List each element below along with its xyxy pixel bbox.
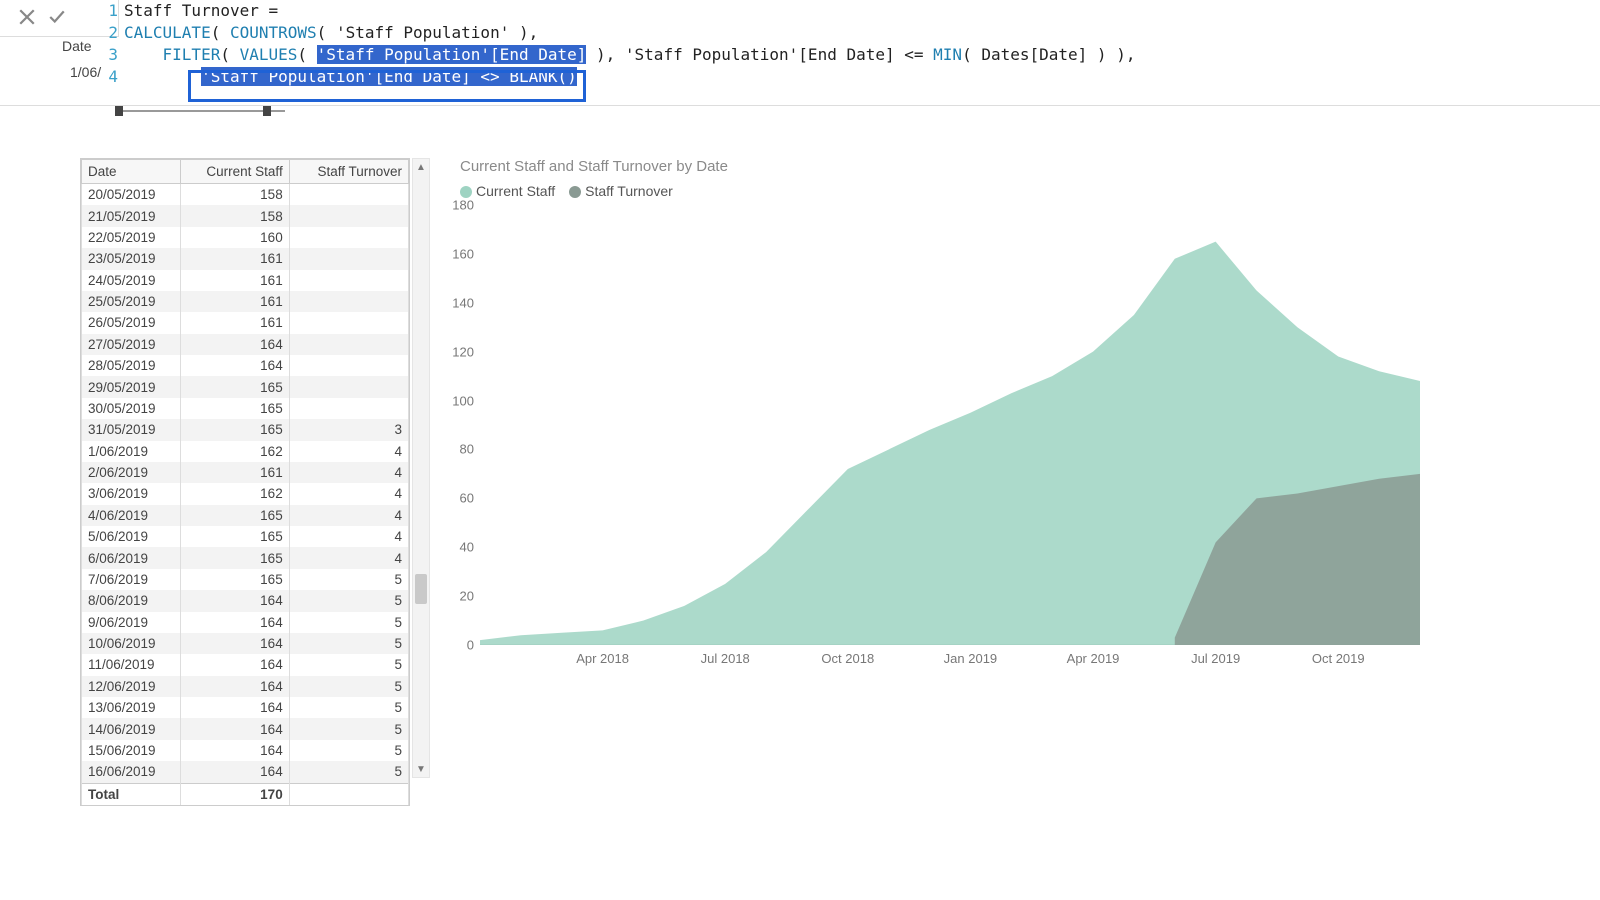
x-tick-label: Jul 2018 <box>701 651 750 666</box>
total-turnover <box>289 783 408 805</box>
table-row[interactable]: 29/05/2019165 <box>82 376 409 397</box>
table-row[interactable]: 5/06/20191654 <box>82 526 409 547</box>
x-tick-label: Apr 2019 <box>1067 651 1120 666</box>
commit-icon[interactable] <box>48 8 66 29</box>
table-row[interactable]: 31/05/20191653 <box>82 419 409 440</box>
scroll-down-icon[interactable]: ▼ <box>413 761 429 777</box>
table-row[interactable]: 26/05/2019161 <box>82 312 409 333</box>
formula-bar: Date 1/06/ 1Staff Turnover = 2CALCULATE(… <box>0 0 1600 106</box>
table-row[interactable]: 20/05/2019158 <box>82 184 409 206</box>
table-row[interactable]: 28/05/2019164 <box>82 355 409 376</box>
table-row[interactable]: 11/06/20191645 <box>82 654 409 675</box>
table-row[interactable]: 22/05/2019160 <box>82 227 409 248</box>
y-tick-label: 100 <box>452 393 474 408</box>
table-row[interactable]: 7/06/20191655 <box>82 569 409 590</box>
table-row[interactable]: 13/06/20191645 <box>82 697 409 718</box>
x-tick-label: Jan 2019 <box>944 651 998 666</box>
table-row[interactable]: 4/06/20191654 <box>82 505 409 526</box>
table-row[interactable]: 15/06/20191645 <box>82 740 409 761</box>
table-row[interactable]: 6/06/20191654 <box>82 547 409 568</box>
table-row[interactable]: 10/06/20191645 <box>82 633 409 654</box>
table-row[interactable]: 3/06/20191624 <box>82 483 409 504</box>
col-date[interactable]: Date <box>82 160 181 184</box>
table-row[interactable]: 25/05/2019161 <box>82 291 409 312</box>
table-row[interactable]: 12/06/20191645 <box>82 676 409 697</box>
col-staff-turnover[interactable]: Staff Turnover <box>289 160 408 184</box>
chart-plot-area: 020406080100120140160180Apr 2018Jul 2018… <box>480 205 1420 645</box>
date-slider[interactable] <box>115 106 285 116</box>
y-tick-label: 180 <box>452 198 474 213</box>
x-tick-label: Oct 2019 <box>1312 651 1365 666</box>
y-tick-label: 40 <box>460 540 474 555</box>
chart-legend: Current Staff Staff Turnover <box>460 183 1420 199</box>
table-row[interactable]: 30/05/2019165 <box>82 398 409 419</box>
table-row[interactable]: 21/05/2019158 <box>82 205 409 226</box>
table-row[interactable]: 24/05/2019161 <box>82 270 409 291</box>
data-table[interactable]: Date Current Staff Staff Turnover 20/05/… <box>80 158 410 806</box>
scroll-thumb[interactable] <box>415 574 427 604</box>
scroll-up-icon[interactable]: ▲ <box>413 159 429 175</box>
y-tick-label: 80 <box>460 442 474 457</box>
table-row[interactable]: 16/06/20191645 <box>82 761 409 783</box>
y-tick-label: 120 <box>452 344 474 359</box>
y-tick-label: 0 <box>467 638 474 653</box>
x-tick-label: Jul 2019 <box>1191 651 1240 666</box>
y-tick-label: 140 <box>452 295 474 310</box>
background-header-label: Date <box>62 38 92 54</box>
dax-editor[interactable]: 1Staff Turnover = 2CALCULATE( COUNTROWS(… <box>100 0 1600 88</box>
x-tick-label: Oct 2018 <box>821 651 874 666</box>
legend-turnover: Staff Turnover <box>585 183 673 199</box>
total-current: 170 <box>180 783 289 805</box>
y-tick-label: 160 <box>452 246 474 261</box>
y-tick-label: 20 <box>460 589 474 604</box>
table-scrollbar[interactable]: ▲ ▼ <box>412 158 430 778</box>
table-row[interactable]: 27/05/2019164 <box>82 334 409 355</box>
col-current-staff[interactable]: Current Staff <box>180 160 289 184</box>
legend-current: Current Staff <box>476 183 555 199</box>
y-tick-label: 60 <box>460 491 474 506</box>
table-row[interactable]: 2/06/20191614 <box>82 462 409 483</box>
x-tick-label: Apr 2018 <box>576 651 629 666</box>
area-chart[interactable]: Current Staff and Staff Turnover by Date… <box>460 158 1420 645</box>
table-row[interactable]: 9/06/20191645 <box>82 612 409 633</box>
total-label: Total <box>82 783 181 805</box>
table-row[interactable]: 1/06/20191624 <box>82 441 409 462</box>
cancel-icon[interactable] <box>18 8 36 29</box>
chart-title: Current Staff and Staff Turnover by Date <box>460 158 1420 175</box>
background-cell-value: 1/06/ <box>70 64 101 80</box>
table-row[interactable]: 8/06/20191645 <box>82 590 409 611</box>
table-row[interactable]: 23/05/2019161 <box>82 248 409 269</box>
table-row[interactable]: 14/06/20191645 <box>82 718 409 739</box>
